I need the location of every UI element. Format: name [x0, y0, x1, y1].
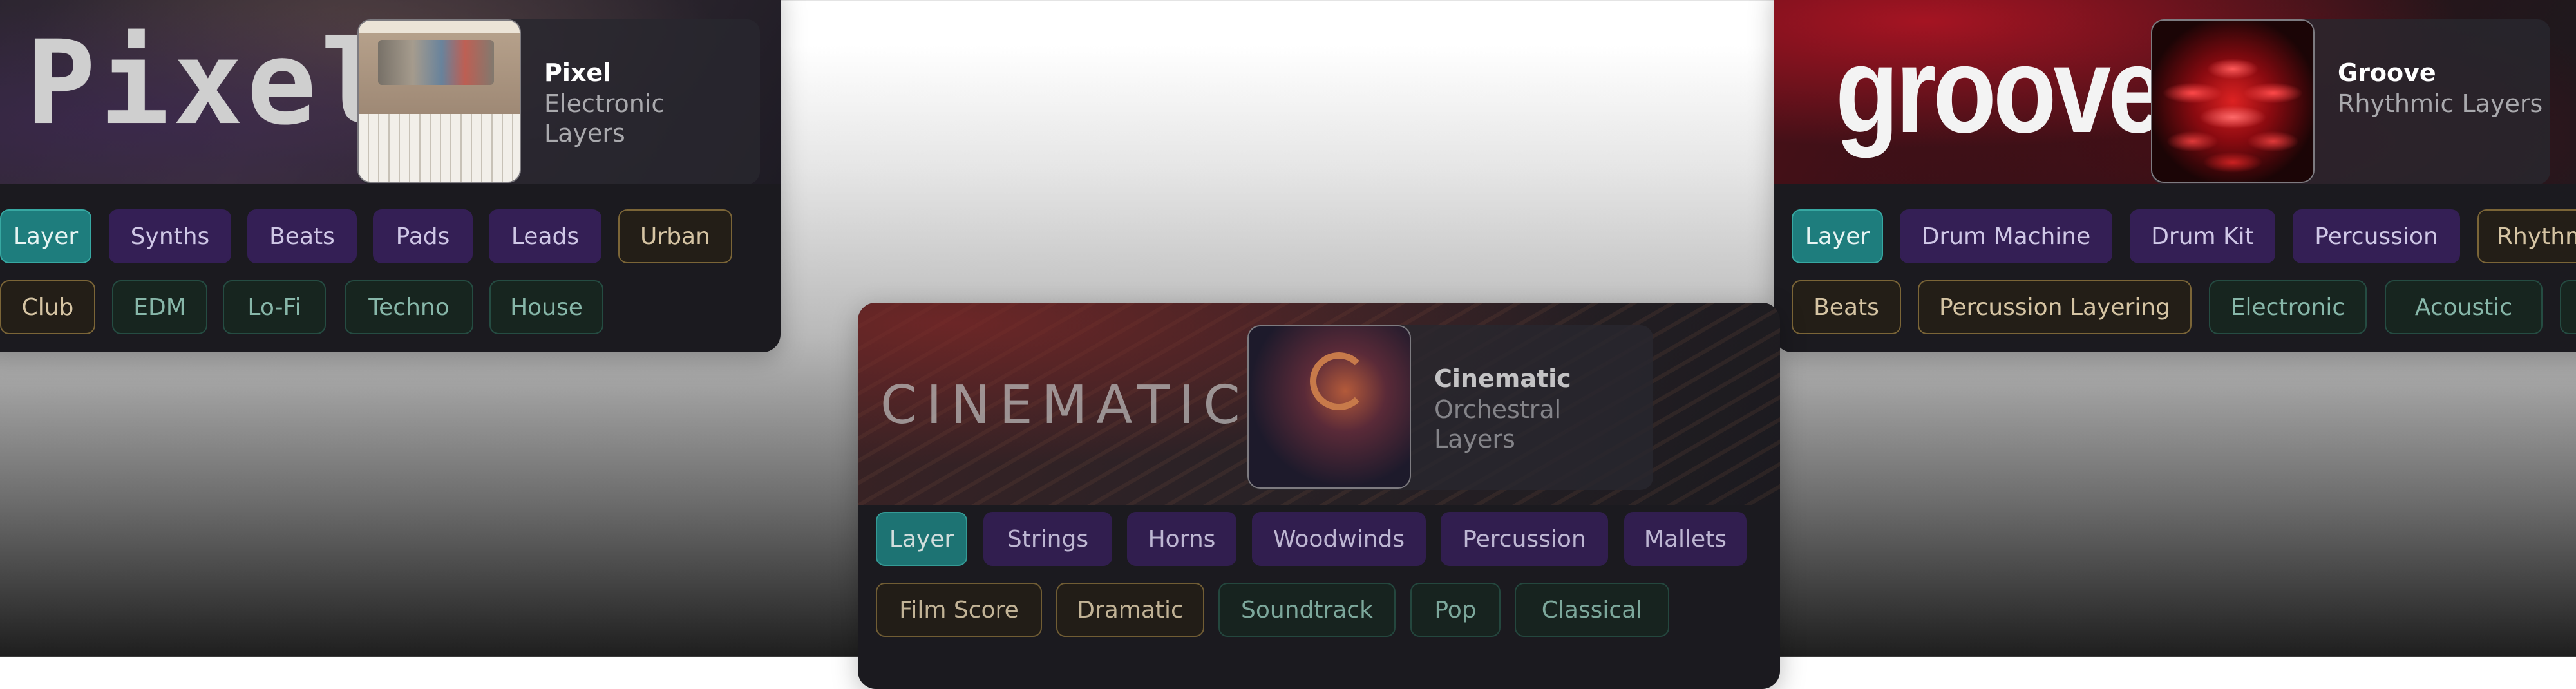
- tag-chip[interactable]: Pads: [373, 209, 473, 263]
- tag-chip-layer[interactable]: Layer: [876, 512, 967, 566]
- pack-title: Groove: [2338, 59, 2436, 87]
- tag-chip[interactable]: Percussion Layering: [1918, 280, 2192, 334]
- tag-chip[interactable]: Soundtrack: [1218, 583, 1396, 637]
- tag-chip[interactable]: Rhythm: [2477, 209, 2576, 263]
- pack-info-panel: Pixel Electronic Layers: [357, 19, 760, 184]
- tag-chip[interactable]: Horns: [1127, 512, 1236, 566]
- tag-chip[interactable]: Film Score: [876, 583, 1042, 637]
- pack-title: Cinematic: [1434, 364, 1571, 393]
- tag-chip[interactable]: Leads: [489, 209, 601, 263]
- tag-chip-layer[interactable]: Layer: [0, 209, 91, 263]
- pack-subtitle: Orchestral Layers: [1434, 395, 1562, 453]
- pack-logo: groove: [1835, 22, 2166, 158]
- tag-chip[interactable]: Percussion: [1441, 512, 1608, 566]
- tag-chip[interactable]: Drum Kit: [2130, 209, 2275, 263]
- tag-chip[interactable]: Acoustic: [2385, 280, 2543, 334]
- tag-chip[interactable]: Synths: [109, 209, 231, 263]
- tag-chip[interactable]: Strings: [983, 512, 1112, 566]
- pack-subtitle: Electronic Layers: [544, 90, 665, 147]
- tag-chip[interactable]: House: [489, 280, 603, 334]
- tag-chip[interactable]: Classical: [1515, 583, 1669, 637]
- pack-card-pixel[interactable]: Pixel Pixel Electronic Layers Layer Synt…: [0, 0, 781, 352]
- tag-chip[interactable]: Lo-Fi: [223, 280, 326, 334]
- pack-subtitle: Rhythmic Layers: [2338, 90, 2543, 118]
- pack-title: Pixel: [544, 59, 612, 87]
- pack-thumbnail[interactable]: [2151, 19, 2315, 183]
- pack-logo: Pixel: [26, 16, 394, 151]
- tag-chip[interactable]: Beats: [1792, 280, 1901, 334]
- tag-chip[interactable]: Beats: [247, 209, 357, 263]
- pack-thumbnail[interactable]: [357, 19, 521, 183]
- tag-chip[interactable]: Woodwinds: [1252, 512, 1426, 566]
- tag-chip[interactable]: Electronic: [2209, 280, 2367, 334]
- pack-logo: CINEMATIC: [880, 375, 1249, 436]
- tag-chip[interactable]: Urban: [618, 209, 732, 263]
- pack-info-panel: Cinematic Orchestral Layers: [1247, 325, 1653, 490]
- tag-chip[interactable]: Pop: [1410, 583, 1501, 637]
- pack-info-panel: Groove Rhythmic Layers: [2151, 19, 2550, 184]
- tag-chip[interactable]: Mallets: [1624, 512, 1747, 566]
- tag-chip[interactable]: Drum Machine: [1900, 209, 2112, 263]
- tag-chip[interactable]: Percussion: [2293, 209, 2460, 263]
- tag-chip[interactable]: EDM: [112, 280, 207, 334]
- tag-chip[interactable]: E: [2560, 280, 2576, 334]
- tag-chip-layer[interactable]: Layer: [1792, 209, 1883, 263]
- tag-chip[interactable]: Dramatic: [1056, 583, 1204, 637]
- pack-thumbnail[interactable]: [1247, 325, 1411, 489]
- tag-chip[interactable]: Techno: [345, 280, 473, 334]
- tag-chip[interactable]: Club: [0, 280, 95, 334]
- pack-card-cinematic[interactable]: CINEMATIC Cinematic Orchestral Layers La…: [858, 303, 1780, 689]
- pack-card-groove[interactable]: groove Groove Rhythmic Layers Layer Drum…: [1774, 0, 2576, 352]
